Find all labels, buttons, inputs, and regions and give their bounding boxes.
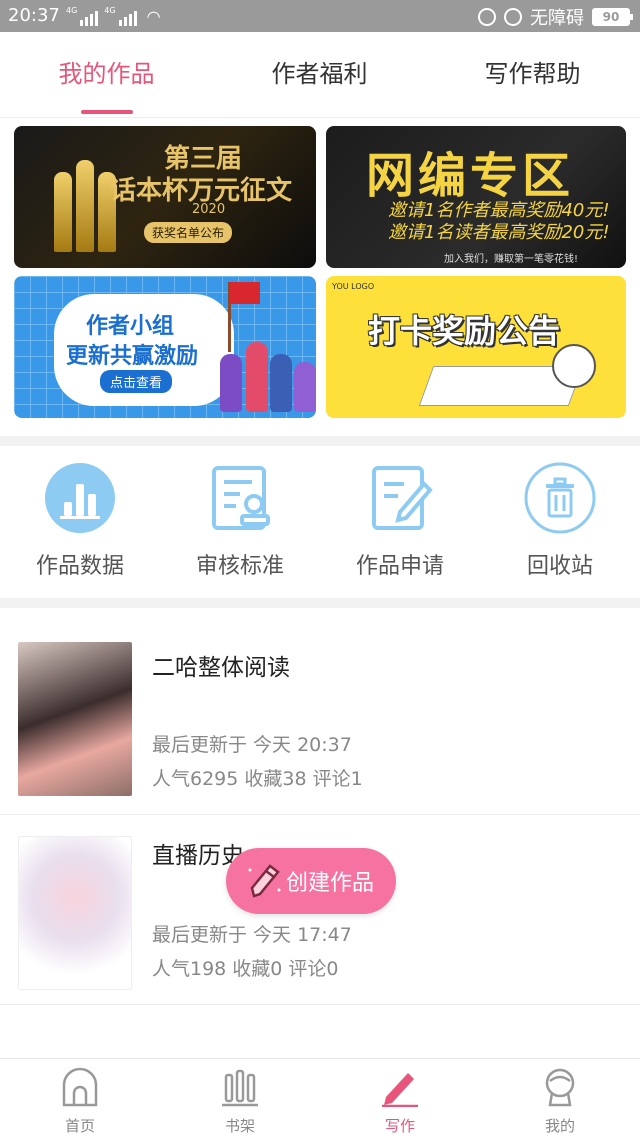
banner-contest-button: 获奖名单公布 bbox=[144, 222, 233, 243]
nav-home[interactable]: 首页 bbox=[0, 1067, 160, 1136]
wifi-icon: ◠ bbox=[146, 7, 161, 26]
banner-editor-footer: 加入我们，赚取第一笔零花钱! bbox=[444, 254, 579, 265]
banner-checkin-logo: YOU LOGO bbox=[332, 282, 375, 291]
globe-icon bbox=[552, 344, 596, 388]
profile-icon bbox=[540, 1067, 580, 1107]
work-cover-image[interactable] bbox=[18, 836, 132, 990]
tab-writing-help[interactable]: 写作帮助 bbox=[426, 54, 639, 89]
nav-label: 我的 bbox=[544, 1117, 575, 1135]
banner-author-group[interactable]: 作者小组 更新共赢激励 点击查看 bbox=[14, 276, 316, 418]
nav-write[interactable]: 写作 bbox=[320, 1067, 480, 1136]
alarm-icon bbox=[504, 8, 522, 26]
action-label: 审核标准 bbox=[195, 554, 284, 579]
nav-label: 书架 bbox=[224, 1117, 255, 1135]
banner-group-button: 点击查看 bbox=[100, 370, 173, 393]
action-label: 作品申请 bbox=[355, 554, 444, 579]
action-work-data[interactable]: 作品数据 bbox=[0, 462, 160, 580]
action-work-apply[interactable]: 作品申请 bbox=[320, 462, 480, 580]
create-work-button[interactable]: 创建作品 bbox=[226, 848, 396, 914]
banner-contest-year: 2020 bbox=[192, 202, 226, 217]
active-tab-indicator bbox=[81, 110, 133, 114]
signal-icon: 4G 4G ◠ bbox=[66, 6, 161, 26]
banner-editor-zone[interactable]: 网编专区 邀请1名作者最高奖励40元! 邀请1名读者最高奖励20元! 加入我们，… bbox=[326, 126, 626, 268]
accessibility-label: 无障碍 bbox=[530, 8, 584, 29]
section-divider bbox=[0, 598, 640, 608]
flag-icon bbox=[230, 282, 260, 304]
bottom-nav: 首页 书架 写作 我的 bbox=[0, 1058, 640, 1138]
status-time: 20:37 bbox=[8, 5, 60, 26]
work-updated: 最后更新于 今天 20:37 bbox=[152, 734, 352, 756]
work-stats: 人气198 收藏0 评论0 bbox=[152, 958, 339, 980]
work-item[interactable]: 二哈整体阅读 最后更新于 今天 20:37 人气6295 收藏38 评论1 bbox=[0, 628, 640, 815]
edit-document-icon bbox=[364, 462, 436, 534]
section-divider bbox=[0, 436, 640, 446]
review-document-icon bbox=[204, 462, 276, 534]
work-updated: 最后更新于 今天 17:47 bbox=[152, 924, 352, 946]
tab-author-benefits[interactable]: 作者福利 bbox=[213, 54, 426, 89]
tab-my-works[interactable]: 我的作品 bbox=[0, 54, 213, 89]
top-tabs: 我的作品 作者福利 写作帮助 bbox=[0, 32, 640, 118]
nav-profile[interactable]: 我的 bbox=[480, 1067, 640, 1136]
home-icon bbox=[60, 1067, 100, 1107]
banner-group-line2: 更新共赢激励 bbox=[66, 344, 199, 369]
battery-icon: 90 bbox=[592, 8, 633, 26]
trash-icon bbox=[524, 462, 596, 534]
pencil-icon bbox=[246, 862, 282, 900]
bookshelf-icon bbox=[220, 1067, 260, 1107]
nav-label: 写作 bbox=[384, 1117, 415, 1135]
work-cover-image[interactable] bbox=[18, 642, 132, 796]
work-title[interactable]: 二哈整体阅读 bbox=[152, 648, 290, 682]
action-label: 作品数据 bbox=[35, 554, 124, 579]
action-recycle-bin[interactable]: 回收站 bbox=[480, 462, 640, 580]
nav-label: 首页 bbox=[64, 1117, 95, 1135]
status-bar: 20:37 4G 4G ◠ 无障碍 90 bbox=[0, 0, 640, 32]
banner-editor-line2: 邀请1名读者最高奖励20元! bbox=[388, 222, 610, 243]
pen-icon bbox=[380, 1067, 420, 1108]
bar-chart-icon bbox=[44, 462, 116, 534]
lock-rotation-icon bbox=[478, 8, 496, 26]
create-work-label: 创建作品 bbox=[286, 871, 375, 896]
nav-bookshelf[interactable]: 书架 bbox=[160, 1067, 320, 1136]
banner-checkin-notice[interactable]: YOU LOGO 打卡奖励公告 bbox=[326, 276, 626, 418]
work-stats: 人气6295 收藏38 评论1 bbox=[152, 768, 363, 790]
action-label: 回收站 bbox=[526, 554, 593, 579]
banner-checkin-title: 打卡奖励公告 bbox=[368, 312, 561, 350]
action-review-standards[interactable]: 审核标准 bbox=[160, 462, 320, 580]
banner-group-line1: 作者小组 bbox=[86, 314, 175, 339]
banner-contest[interactable]: 第三届 话本杯万元征文 2020 获奖名单公布 bbox=[14, 126, 316, 268]
